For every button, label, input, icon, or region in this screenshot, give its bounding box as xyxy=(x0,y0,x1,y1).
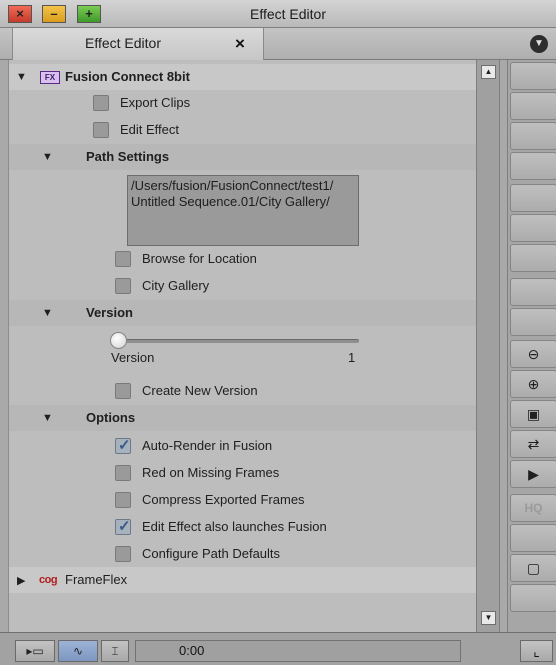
auto-render-checkbox[interactable]: ✓ xyxy=(115,437,131,454)
option-row: Red on Missing Frames xyxy=(9,459,477,485)
graph-icon[interactable]: ⌞ xyxy=(520,640,553,662)
export-clips-checkbox[interactable] xyxy=(93,95,109,111)
waveform-icon[interactable]: ∿ xyxy=(58,640,98,662)
hq-button[interactable]: HQ xyxy=(510,494,556,522)
browse-location-checkbox[interactable] xyxy=(115,251,131,267)
scroll-down-button[interactable]: ▼ xyxy=(481,611,496,625)
option-row: Compress Exported Frames xyxy=(9,486,477,512)
scroll-up-button[interactable]: ▲ xyxy=(481,65,496,79)
fit-frame-icon[interactable]: ▣ xyxy=(510,400,556,428)
cog-icon: cog xyxy=(39,574,58,586)
city-gallery-checkbox[interactable] xyxy=(115,278,131,294)
edit-launches-fusion-checkbox[interactable]: ✓ xyxy=(115,518,131,535)
version-slider-value: 1 xyxy=(348,350,356,365)
option-row: ✓ Edit Effect also launches Fusion xyxy=(9,513,477,539)
checkmark-icon: ✓ xyxy=(118,518,131,535)
effect-parameters-panel: ▼ FX Fusion Connect 8bit Export Clips Ed… xyxy=(8,60,477,632)
tab-label: Effect Editor xyxy=(85,35,162,51)
swap-icon[interactable]: ⇄ xyxy=(510,430,556,458)
edit-effect-label: Edit Effect xyxy=(120,122,180,137)
zoom-in-icon[interactable]: ⊕ xyxy=(510,370,556,398)
option-label: Edit Effect also launches Fusion xyxy=(142,519,327,534)
effect-header-fusion[interactable]: ▼ FX Fusion Connect 8bit xyxy=(9,64,477,90)
options-header[interactable]: ▼ Options xyxy=(9,405,477,431)
fusion-effect-icon: FX xyxy=(40,71,60,84)
version-slider-track[interactable] xyxy=(119,339,359,343)
version-slider-label: Version xyxy=(111,350,155,365)
monitor-icon[interactable]: ▢ xyxy=(510,554,556,582)
path-line-1: /Users/fusion/FusionConnect/test1/ xyxy=(131,178,334,193)
play-icon[interactable]: ▶ xyxy=(510,460,556,488)
city-gallery-label: City Gallery xyxy=(142,278,210,293)
path-settings-header[interactable]: ▼ Path Settings xyxy=(9,144,477,170)
city-gallery-row: City Gallery xyxy=(9,272,477,298)
create-new-version-row: Create New Version xyxy=(9,377,477,403)
version-header[interactable]: ▼ Version xyxy=(9,300,477,326)
expand-triangle-icon[interactable]: ▼ xyxy=(16,71,27,83)
export-clips-label: Export Clips xyxy=(120,95,191,110)
expand-triangle-icon[interactable]: ▼ xyxy=(42,412,53,424)
compress-frames-checkbox[interactable] xyxy=(115,492,131,508)
path-text-field[interactable]: /Users/fusion/FusionConnect/test1/ Untit… xyxy=(127,175,359,246)
configure-path-defaults-checkbox[interactable] xyxy=(115,546,131,562)
export-clips-row: Export Clips xyxy=(9,90,477,116)
vertical-scrollbar[interactable]: ▲ ▼ xyxy=(476,60,500,632)
zoom-out-icon[interactable]: ⊖ xyxy=(510,340,556,368)
toolbar-blank-button[interactable] xyxy=(510,524,556,552)
path-settings-title: Path Settings xyxy=(86,149,170,164)
option-label: Configure Path Defaults xyxy=(142,546,281,561)
option-label: Compress Exported Frames xyxy=(142,492,305,507)
edit-effect-checkbox[interactable] xyxy=(93,122,109,138)
browse-row: Browse for Location xyxy=(9,245,477,271)
option-label: Auto-Render in Fusion xyxy=(142,438,273,453)
checkmark-icon: ✓ xyxy=(118,437,131,454)
track-icon[interactable]: ▸▭ xyxy=(15,640,55,662)
version-slider-knob[interactable] xyxy=(110,332,127,349)
toolbar-blank-button[interactable] xyxy=(510,122,556,150)
toolbar-blank-button[interactable] xyxy=(510,214,556,242)
window-titlebar: × – + Effect Editor xyxy=(0,0,556,28)
timecode-display: 0:00 xyxy=(135,640,461,662)
options-title: Options xyxy=(86,410,136,425)
tab-menu-icon[interactable]: ▼ xyxy=(530,35,548,53)
effect-name: Fusion Connect 8bit xyxy=(65,69,190,84)
effect-header-frameflex[interactable]: ▶ cog FrameFlex xyxy=(9,567,477,593)
toolbar-blank-button[interactable] xyxy=(510,308,556,336)
toolbar-blank-button[interactable] xyxy=(510,184,556,212)
red-missing-frames-checkbox[interactable] xyxy=(115,465,131,481)
tab-close-icon[interactable]: × xyxy=(235,34,245,54)
collapse-triangle-icon[interactable]: ▶ xyxy=(17,574,25,587)
tab-bar: Effect Editor × ▼ xyxy=(0,28,556,60)
toolbar-blank-button[interactable] xyxy=(510,278,556,306)
in-out-icon[interactable]: ⌶ xyxy=(101,640,129,662)
toolbar-blank-button[interactable] xyxy=(510,152,556,180)
edit-effect-row: Edit Effect xyxy=(9,117,477,143)
option-row: ✓ Auto-Render in Fusion xyxy=(9,432,477,458)
bottom-bar: ▸▭ ∿ ⌶ 0:00 ⌞ xyxy=(0,632,556,665)
option-label: Red on Missing Frames xyxy=(142,465,280,480)
expand-triangle-icon[interactable]: ▼ xyxy=(42,307,53,319)
tab-effect-editor[interactable]: Effect Editor × xyxy=(12,28,264,60)
toolbar-blank-button[interactable] xyxy=(510,62,556,90)
expand-triangle-icon[interactable]: ▼ xyxy=(42,151,53,163)
browse-location-label: Browse for Location xyxy=(142,251,257,266)
toolbar-blank-button[interactable] xyxy=(510,92,556,120)
version-title: Version xyxy=(86,305,133,320)
path-line-2: Untitled Sequence.01/City Gallery/ xyxy=(131,194,330,209)
create-new-version-checkbox[interactable] xyxy=(115,383,131,399)
create-new-version-label: Create New Version xyxy=(142,383,258,398)
toolbar-blank-button[interactable] xyxy=(510,244,556,272)
option-row: Configure Path Defaults xyxy=(9,540,477,566)
toolbar-blank-button[interactable] xyxy=(510,584,556,612)
effect-name: FrameFlex xyxy=(65,572,128,587)
window-title: Effect Editor xyxy=(249,6,326,22)
right-toolbar: ⊖ ⊕ ▣ ⇄ ▶ HQ ▢ xyxy=(507,60,556,632)
